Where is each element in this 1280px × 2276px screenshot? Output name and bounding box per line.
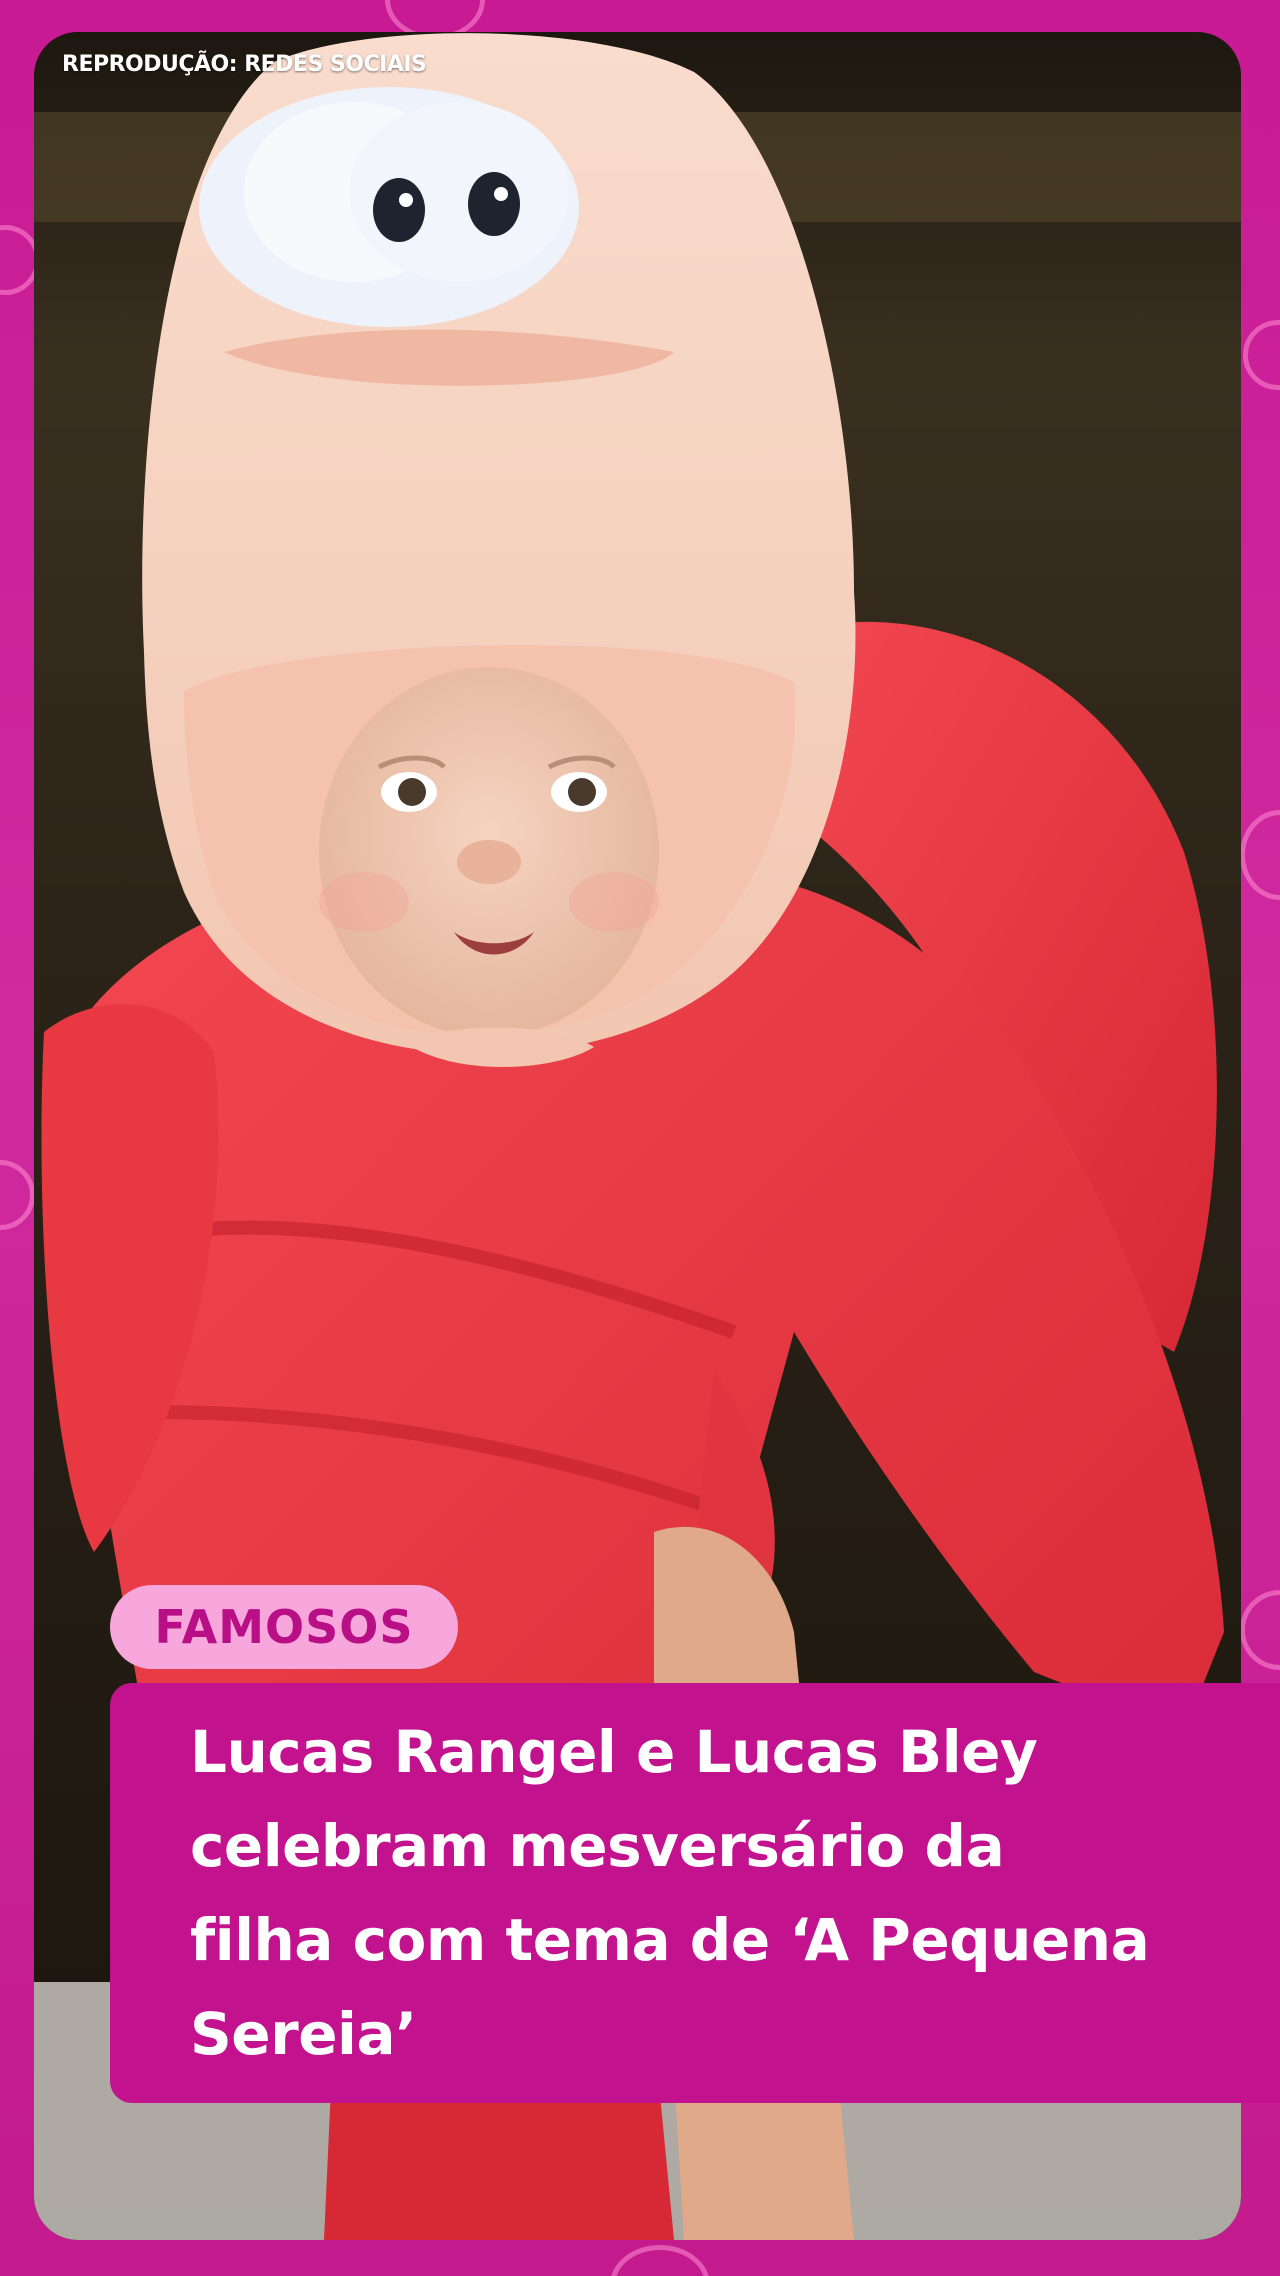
headline: Lucas Rangel e Lucas Bley celebram mesve… [190,1705,1260,2081]
headline-panel[interactable]: Lucas Rangel e Lucas Bley celebram mesve… [110,1683,1280,2103]
decor-ring [1240,810,1280,900]
story-card: REPRODUÇÃO: REDES SOCIAIS FAMOSOS Lucas … [0,0,1280,2276]
headline-line: celebram mesversário da [190,1812,1005,1880]
photo-credit: REPRODUÇÃO: REDES SOCIAIS [62,52,427,77]
decor-ring [610,2245,710,2276]
headline-line: Lucas Rangel e Lucas Bley [190,1718,1038,1786]
decor-ring [0,1160,35,1230]
category-tag[interactable]: FAMOSOS [110,1585,458,1669]
headline-line: filha com tema de ‘A Pequena [190,1906,1150,1974]
decor-ring [1240,1590,1280,1670]
decor-ring [1243,320,1280,390]
headline-line: Sereia’ [190,2000,417,2068]
